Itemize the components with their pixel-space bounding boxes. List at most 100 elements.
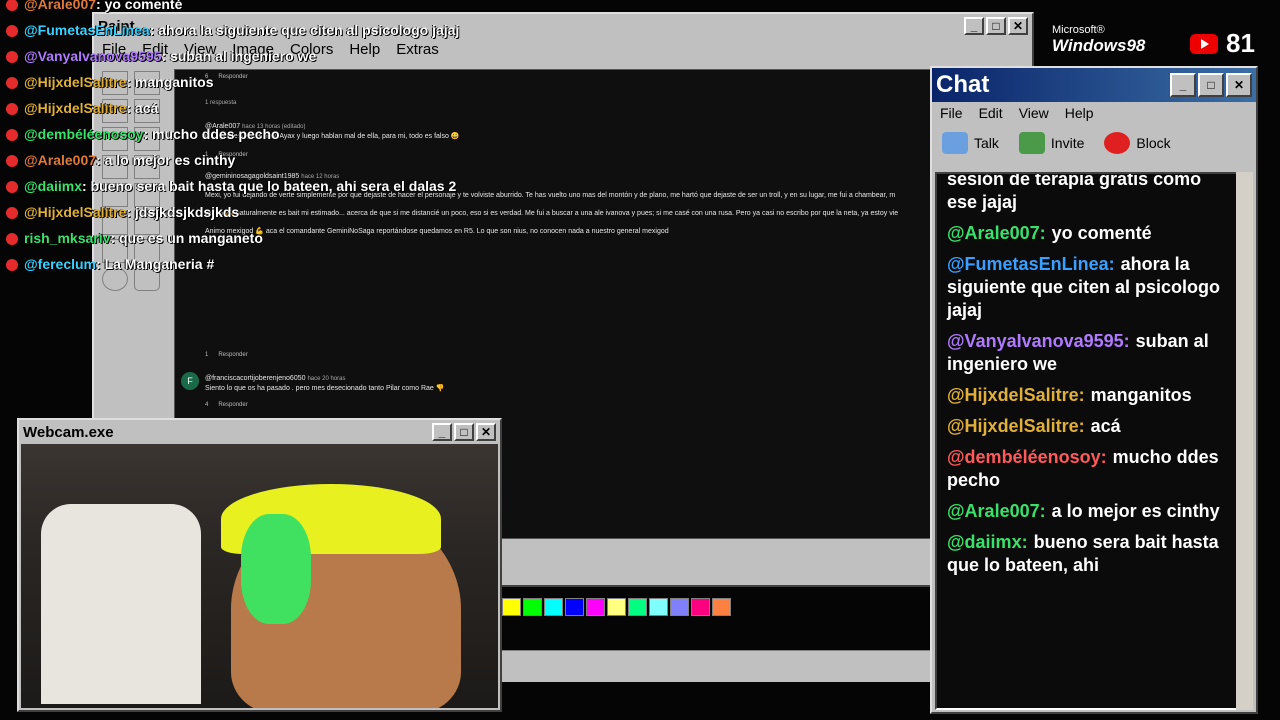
- chat-toolbar: Talk Invite Block: [932, 124, 1256, 162]
- overlay-username: @daiimx: [24, 178, 83, 194]
- overlay-text: : acá: [126, 100, 159, 116]
- webcam-title: Webcam.exe: [23, 423, 114, 441]
- chat-menubar: File Edit View Help: [932, 102, 1256, 124]
- replies-toggle[interactable]: 1 respuesta: [205, 100, 236, 106]
- block-label: Block: [1136, 135, 1171, 151]
- chat-scrollbar[interactable]: [1236, 172, 1253, 710]
- overlay-text: : yo comenté: [96, 0, 183, 12]
- palette-swatch[interactable]: [502, 598, 521, 616]
- windows98-logo: Microsoft® Windows98: [1052, 24, 1145, 56]
- overlay-username: rish_mksariv: [24, 230, 111, 246]
- overlay-message: @FumetasEnLinea: ahora la siguiente que …: [6, 22, 459, 38]
- close-button[interactable]: ✕: [1226, 73, 1252, 97]
- talk-icon: [942, 132, 968, 154]
- comment: @Arale007 hace 13 horas (editado) na hip…: [205, 122, 1008, 141]
- overlay-text: : suban al ingeniero we: [161, 48, 317, 64]
- palette-swatch[interactable]: [586, 598, 605, 616]
- likes-count: 4: [205, 402, 209, 408]
- chat-message: @VanyaIvanova9595: suban al ingeniero we: [937, 330, 1239, 384]
- webcam-window: Webcam.exe _ □ ✕: [17, 418, 502, 712]
- overlay-message: @dembéléenosoy: mucho ddes pecho: [6, 126, 280, 142]
- comment-text-extra: Animo mexigod 💪 aca el comandante Gemini…: [205, 228, 669, 235]
- palette-swatch[interactable]: [670, 598, 689, 616]
- maximize-button[interactable]: □: [454, 423, 474, 441]
- minimize-button[interactable]: _: [1170, 73, 1196, 97]
- chat-log[interactable]: sesión de terapia gratis como ese jajaj @…: [935, 172, 1241, 710]
- overlay-message: rish_mksariv: que es un manganeto: [6, 230, 263, 246]
- menu-extras[interactable]: Extras: [396, 41, 439, 58]
- chat-message: @dembéléenosoy: mucho ddes pecho: [937, 446, 1239, 500]
- maximize-button[interactable]: □: [1198, 73, 1224, 97]
- menu-file[interactable]: File: [940, 105, 963, 121]
- chat-text: yo comenté: [1051, 223, 1152, 243]
- talk-label: Talk: [974, 135, 999, 151]
- talk-button[interactable]: Talk: [942, 132, 999, 154]
- viewer-count: 81: [1226, 28, 1255, 58]
- youtube-icon: [1190, 33, 1218, 54]
- minimize-button[interactable]: _: [964, 17, 984, 35]
- menu-edit[interactable]: Edit: [979, 105, 1003, 121]
- overlay-text: : jdsjkdsjkdsjkds: [126, 204, 240, 220]
- chat-username[interactable]: @Arale007:: [947, 501, 1046, 521]
- webcam-titlebar[interactable]: Webcam.exe _ □ ✕: [19, 420, 500, 444]
- chat-username[interactable]: @FumetasEnLinea:: [947, 254, 1115, 274]
- badge-icon: [6, 25, 18, 38]
- palette-swatch[interactable]: [649, 598, 668, 616]
- palette-swatch[interactable]: [607, 598, 626, 616]
- maximize-button[interactable]: □: [986, 17, 1006, 35]
- palette-swatch[interactable]: [628, 598, 647, 616]
- reply-button[interactable]: Responder: [218, 402, 247, 408]
- minimize-button[interactable]: _: [432, 423, 452, 441]
- palette-swatch[interactable]: [523, 598, 542, 616]
- chat-text: sesión de terapia gratis como ese jajaj: [947, 172, 1202, 212]
- comment-text-extra: Jajaja 😀 naturalmente es bait mi estimad…: [205, 210, 899, 217]
- chat-message: @FumetasEnLinea: ahora la siguiente que c…: [937, 253, 1239, 330]
- chat-text: manganitos: [1090, 385, 1192, 405]
- comment-actions: 1 Responder: [205, 352, 248, 358]
- block-button[interactable]: Block: [1104, 132, 1171, 154]
- comment-actions: 4 Responder: [205, 402, 248, 408]
- reply-button[interactable]: Responder: [218, 352, 247, 358]
- overlay-message: @fereclum: La Manganeria #: [6, 256, 214, 272]
- chat-username[interactable]: @HijxdelSalitre:: [947, 385, 1085, 405]
- palette-swatch[interactable]: [565, 598, 584, 616]
- chat-message: @Arale007: a lo mejor es cinthy: [937, 500, 1239, 531]
- menu-help[interactable]: Help: [349, 41, 380, 58]
- block-icon: [1104, 132, 1131, 154]
- close-button[interactable]: ✕: [476, 423, 496, 441]
- chat-username[interactable]: @VanyaIvanova9595:: [947, 331, 1130, 351]
- chat-username[interactable]: @HijxdelSalitre:: [947, 416, 1085, 436]
- likes-count: 1: [205, 352, 209, 358]
- overlay-text: : que es un manganeto: [110, 230, 263, 246]
- menu-help[interactable]: Help: [1065, 105, 1094, 121]
- chat-username[interactable]: @daiimx:: [947, 532, 1028, 552]
- chat-titlebar[interactable]: Chat _ □ ✕: [932, 68, 1256, 102]
- chat-username[interactable]: @dembéléenosoy:: [947, 447, 1107, 467]
- chat-window: Chat _ □ ✕ File Edit View Help Talk Invi…: [930, 66, 1258, 714]
- chat-message: @daiimx: bueno sera bait hasta que lo bat…: [937, 531, 1239, 585]
- chat-username[interactable]: @Arale007:: [947, 223, 1046, 243]
- overlay-text: : La Manganeria #: [96, 256, 215, 272]
- menu-view[interactable]: View: [1019, 105, 1049, 121]
- comment-author[interactable]: @franciscacortijoberenjeno6050: [205, 375, 306, 382]
- chat-message: @Arale007: yo comenté: [937, 222, 1239, 253]
- palette-swatch[interactable]: [712, 598, 731, 616]
- close-button[interactable]: ✕: [1008, 17, 1028, 35]
- invite-button[interactable]: Invite: [1018, 132, 1084, 154]
- overlay-text: : bueno sera bait hasta que lo bateen, a…: [82, 178, 457, 194]
- badge-icon: [6, 207, 18, 220]
- overlay-text: : manganitos: [126, 74, 214, 90]
- avatar[interactable]: F: [181, 372, 199, 390]
- overlay-message: @Arale007: a lo mejor es cinthy: [6, 152, 235, 168]
- chat-message: @HijxdelSalitre: manganitos: [937, 384, 1239, 415]
- chat-message: @HijxdelSalitre: acá: [937, 415, 1239, 446]
- badge-icon: [6, 129, 18, 142]
- palette-swatch[interactable]: [691, 598, 710, 616]
- microsoft-label: Microsoft®: [1052, 24, 1105, 36]
- overlay-text: : a lo mejor es cinthy: [96, 152, 236, 168]
- overlay-username: @HijxdelSalitre: [24, 100, 127, 116]
- overlay-username: @dembéléenosoy: [24, 126, 144, 142]
- overlay-username: @fereclum: [24, 256, 97, 272]
- palette-swatch[interactable]: [544, 598, 563, 616]
- reply-button[interactable]: Responder: [218, 74, 247, 80]
